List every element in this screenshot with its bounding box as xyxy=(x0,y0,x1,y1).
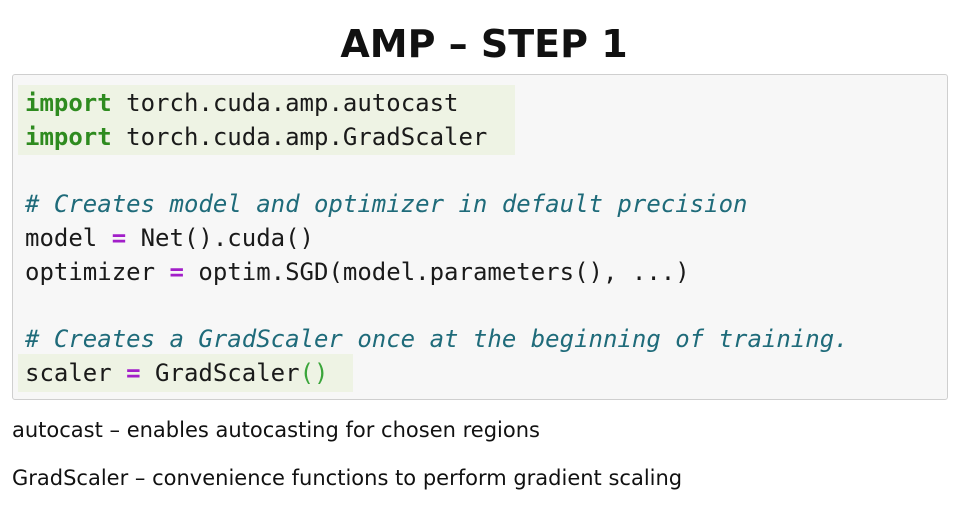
code-block: import torch.cuda.amp.autocast import to… xyxy=(12,74,948,400)
variable-name: optimizer xyxy=(25,258,170,286)
import-path: torch.cuda.amp.GradScaler xyxy=(111,123,488,151)
autocast-description: autocast – enables autocasting for chose… xyxy=(12,418,540,442)
expression: GradScaler xyxy=(140,359,300,387)
code-comment-scaler: # Creates a GradScaler once at the begin… xyxy=(25,325,849,353)
expression: optim.SGD(model.parameters(), ...) xyxy=(183,258,690,286)
gradscaler-description: GradScaler – convenience functions to pe… xyxy=(12,466,683,490)
expression: Net().cuda() xyxy=(126,224,314,252)
code-line-model: model = Net().cuda() xyxy=(25,221,314,255)
assign-operator: = xyxy=(111,224,127,252)
code-line-scaler: scaler = GradScaler() xyxy=(25,356,328,390)
variable-name: model xyxy=(25,224,112,252)
slide-title: AMP – STEP 1 xyxy=(340,22,628,66)
assign-operator: = xyxy=(169,258,184,286)
import-keyword: import xyxy=(25,89,112,117)
code-line-optimizer: optimizer = optim.SGD(model.parameters()… xyxy=(25,255,690,289)
variable-name: scaler xyxy=(25,359,127,387)
import-keyword: import xyxy=(25,123,112,151)
code-line-import-gradscaler: import torch.cuda.amp.GradScaler xyxy=(25,120,487,154)
code-line-import-autocast: import torch.cuda.amp.autocast xyxy=(25,86,458,120)
code-comment-model: # Creates model and optimizer in default… xyxy=(25,190,748,218)
assign-operator: = xyxy=(126,359,141,387)
call-parens: () xyxy=(299,359,329,387)
import-path: torch.cuda.amp.autocast xyxy=(111,89,459,117)
